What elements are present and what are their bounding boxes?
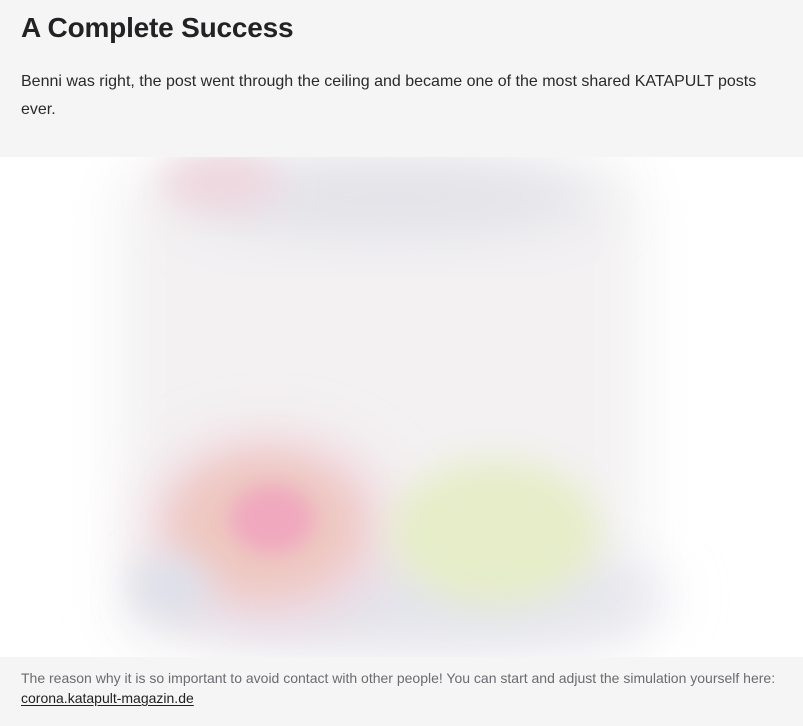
section-heading: A Complete Success xyxy=(21,12,294,43)
caption-text: The reason why it is so important to avo… xyxy=(21,670,776,686)
simulation-link[interactable]: corona.katapult-magazin.de xyxy=(21,690,194,706)
blue-gray-patch xyxy=(130,557,210,617)
figure-caption: The reason why it is so important to avo… xyxy=(21,668,796,708)
article: A Complete Success Benni was right, the … xyxy=(0,0,803,726)
lime-blob xyxy=(390,460,600,604)
simulation-figure xyxy=(0,157,803,657)
blurred-simulation-image xyxy=(0,157,803,657)
pink-core-blob xyxy=(230,485,314,553)
lead-paragraph: Benni was right, the post went through t… xyxy=(21,73,757,118)
